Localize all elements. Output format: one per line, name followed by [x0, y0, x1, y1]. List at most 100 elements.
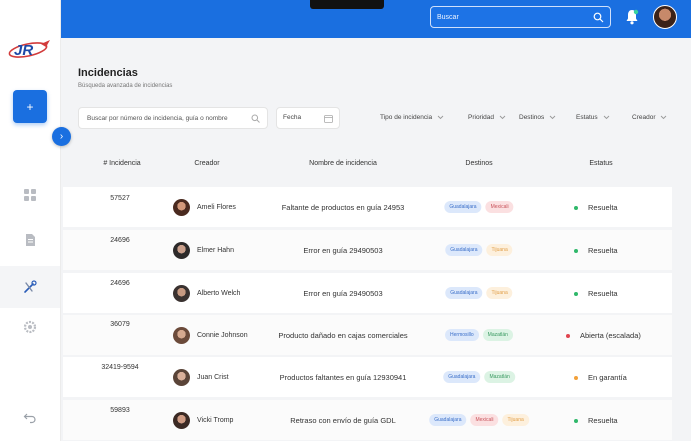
creator-filter-label: Creador — [632, 113, 656, 121]
status-dot — [574, 248, 578, 253]
creator-name: Alberto Welch — [197, 290, 241, 297]
creator-cell: Alberto Welch — [173, 285, 240, 302]
header-id[interactable]: # Incidencia — [103, 160, 140, 167]
camera-notch — [310, 0, 384, 9]
search-icon[interactable] — [593, 12, 604, 23]
table-row[interactable]: 36079 Connie Johnson Producto dañado en ca… — [63, 315, 672, 355]
expand-sidebar-button[interactable]: › — [52, 127, 71, 146]
status-dot — [574, 375, 578, 380]
destination-tag: Mazatlán — [484, 371, 515, 383]
destination-tag: Tijuana — [502, 414, 529, 426]
status-label: Abierta (escalada) — [580, 331, 641, 340]
status-badge: Resuelta — [574, 203, 618, 212]
type-filter-label: Tipo de incidencia — [380, 113, 433, 121]
header-creator[interactable]: Creador — [194, 160, 219, 167]
destination-tag: Tijuana — [486, 287, 513, 299]
incident-name: Productos faltantes en guía 12930941 — [279, 373, 407, 382]
table-row[interactable]: 57527 Ameli Flores Faltante de productos e… — [63, 187, 672, 227]
chevron-down-icon — [603, 115, 610, 119]
incident-search[interactable] — [78, 107, 268, 129]
destination-tags: Guadalajara Tijuana — [445, 287, 513, 299]
add-incident-button[interactable]: + — [13, 90, 47, 123]
header-name[interactable]: Nombre de incidencia — [309, 160, 377, 167]
user-avatar[interactable] — [653, 5, 677, 29]
creator-name: Juan Crist — [197, 374, 229, 381]
date-filter-label: Fecha — [283, 114, 302, 121]
creator-name: Ameli Flores — [197, 204, 236, 211]
svg-text:JR: JR — [14, 42, 33, 59]
status-label: En garantía — [588, 373, 627, 382]
type-filter-dropdown[interactable]: Tipo de incidencia — [380, 110, 444, 124]
status-filter-dropdown[interactable]: Estatus — [576, 110, 610, 124]
incident-id: 32419-9594 — [101, 364, 139, 371]
avatar — [173, 199, 190, 216]
status-dot — [566, 333, 570, 338]
status-badge: Resuelta — [574, 289, 618, 298]
tools-icon — [24, 280, 37, 293]
destinations-filter-dropdown[interactable]: Destinos — [519, 110, 556, 124]
sidebar-item-settings[interactable] — [0, 306, 60, 348]
priority-filter-dropdown[interactable]: Prioridad — [468, 110, 506, 124]
status-badge: Abierta (escalada) — [566, 331, 641, 340]
date-filter[interactable]: Fecha — [276, 107, 340, 129]
header-status[interactable]: Estatus — [589, 160, 612, 167]
destination-tag: Guadalajara — [445, 287, 483, 299]
avatar — [173, 369, 190, 386]
sidebar-item-incidents[interactable] — [0, 266, 60, 308]
incident-id: 57527 — [110, 195, 130, 202]
avatar — [173, 242, 190, 259]
destination-tags: Guadalajara Mazatlán — [443, 371, 515, 383]
status-label: Resuelta — [588, 416, 618, 425]
creator-cell: Ameli Flores — [173, 199, 236, 216]
creator-filter-dropdown[interactable]: Creador — [632, 110, 667, 124]
document-icon — [26, 234, 35, 246]
status-label: Resuelta — [588, 289, 618, 298]
creator-cell: Juan Crist — [173, 369, 229, 386]
jr-logo: JR — [6, 36, 54, 62]
destination-tag: Mexicali — [485, 201, 514, 213]
status-dot — [574, 418, 578, 423]
destination-tag: Tijuana — [486, 244, 513, 256]
destination-tags: Guadalajara Mexicali Tijuana — [429, 414, 529, 426]
incident-search-input[interactable] — [87, 112, 247, 125]
creator-name: Connie Johnson — [197, 332, 248, 339]
incident-name: Error en guía 29490503 — [303, 289, 383, 298]
header-destinations[interactable]: Destinos — [465, 160, 492, 167]
table-row[interactable]: 24696 Alberto Welch Error en guía 29490503… — [63, 273, 672, 313]
creator-cell: Elmer Hahn — [173, 242, 234, 259]
gear-icon — [23, 320, 37, 334]
status-dot — [574, 205, 578, 210]
chevron-down-icon — [499, 115, 506, 119]
global-search[interactable] — [430, 6, 611, 28]
page-subtitle: Búsqueda avanzada de incidencias — [78, 83, 173, 89]
avatar — [173, 327, 190, 344]
bell-icon[interactable] — [625, 9, 639, 25]
status-badge: En garantía — [574, 373, 627, 382]
search-icon — [251, 114, 260, 123]
avatar — [173, 412, 190, 429]
creator-name: Elmer Hahn — [197, 247, 234, 254]
table-row[interactable]: 59893 Vicki Tromp Retraso con envío de guí… — [63, 400, 672, 440]
sidebar-item-dashboard[interactable] — [0, 174, 60, 216]
sidebar-item-documents[interactable] — [0, 219, 60, 261]
global-search-input[interactable] — [437, 10, 587, 25]
priority-filter-label: Prioridad — [468, 113, 495, 121]
destination-tags: Guadalajara Mexicali — [444, 201, 514, 213]
incident-name: Error en guía 29490503 — [303, 246, 383, 255]
grid-icon — [24, 189, 36, 201]
status-badge: Resuelta — [574, 246, 618, 255]
creator-name: Vicki Tromp — [197, 417, 234, 424]
sidebar-item-back[interactable] — [0, 396, 60, 438]
page-title: Incidencias — [78, 67, 138, 79]
destination-tags: Guadalajara Tijuana — [445, 244, 513, 256]
destination-tag: Mazatlán — [482, 329, 513, 341]
avatar — [173, 285, 190, 302]
table-row[interactable]: 24696 Elmer Hahn Error en guía 29490503 Gua… — [63, 230, 672, 270]
table-row[interactable]: 32419-9594 Juan Crist Productos faltantes … — [63, 357, 672, 397]
sidebar: JR + — [0, 0, 61, 441]
undo-icon — [23, 413, 36, 424]
creator-cell: Vicki Tromp — [173, 412, 233, 429]
destination-tag: Guadalajara — [445, 244, 483, 256]
chevron-down-icon — [437, 115, 444, 119]
table-header: # Incidencia Creador Nombre de incidenci… — [78, 150, 672, 178]
